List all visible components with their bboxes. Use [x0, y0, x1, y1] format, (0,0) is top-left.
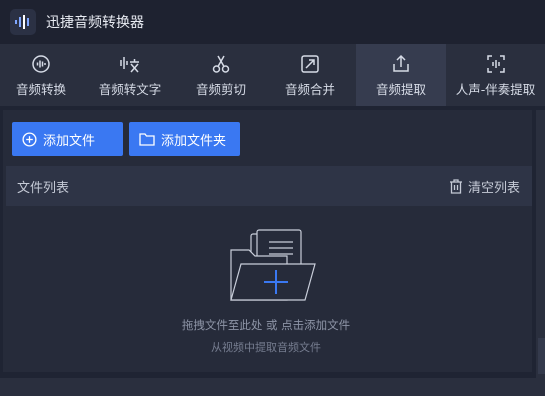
drop-zone-subhint: 从视频中提取音频文件	[211, 341, 321, 354]
tab-label: 音频合并	[284, 81, 335, 97]
file-list-title: 文件列表	[17, 180, 70, 196]
clear-list-button[interactable]: 清空列表	[449, 177, 520, 196]
right-panel-handle[interactable]	[538, 338, 545, 374]
audio-convert-icon	[30, 53, 52, 75]
tab-audio-extract[interactable]: 音频提取	[356, 44, 446, 106]
add-file-label: 添加文件	[43, 133, 96, 149]
vocal-extract-icon	[485, 53, 507, 75]
speech-to-text-icon	[119, 53, 141, 75]
folder-icon	[139, 133, 155, 146]
drop-zone-folder-icon[interactable]	[229, 228, 319, 308]
extract-icon	[390, 53, 412, 75]
scissors-icon	[210, 53, 232, 75]
tab-label: 音频转换	[15, 81, 66, 97]
merge-icon	[299, 53, 321, 75]
app-title: 迅捷音频转换器	[46, 15, 144, 31]
tab-audio-convert[interactable]: 音频转换	[0, 44, 82, 106]
file-list-header: 文件列表 清空列表	[6, 166, 532, 206]
tab-label: 音频提取	[375, 81, 426, 97]
add-folder-label: 添加文件夹	[161, 133, 227, 149]
drop-zone-hint: 拖拽文件至此处 或 点击添加文件	[181, 318, 351, 332]
add-folder-button[interactable]: 添加文件夹	[129, 122, 240, 156]
function-toolbar: 音频转换 音频转文字 音频剪切 音频合并 音频提取 人声-伴奏提取	[0, 44, 545, 106]
tab-speech-to-text[interactable]: 音频转文字	[82, 44, 178, 106]
app-logo-icon	[10, 9, 36, 35]
right-panel-edge	[536, 110, 545, 396]
tab-vocal-extract[interactable]: 人声-伴奏提取	[446, 44, 545, 106]
add-file-button[interactable]: 添加文件	[12, 122, 123, 156]
bottom-bar	[0, 378, 536, 396]
tab-audio-cut[interactable]: 音频剪切	[178, 44, 264, 106]
file-panel: 添加文件 添加文件夹 文件列表 清空列表 拖拽文件至此处 或 点击添加文件 从视…	[3, 110, 532, 372]
tab-label: 人声-伴奏提取	[455, 81, 536, 97]
tab-label: 音频剪切	[195, 81, 246, 97]
title-bar: 迅捷音频转换器	[0, 0, 545, 44]
tab-label: 音频转文字	[98, 81, 162, 97]
plus-circle-icon	[22, 131, 37, 147]
trash-icon	[449, 178, 462, 194]
tab-audio-merge[interactable]: 音频合并	[264, 44, 356, 106]
clear-list-label: 清空列表	[467, 180, 520, 196]
